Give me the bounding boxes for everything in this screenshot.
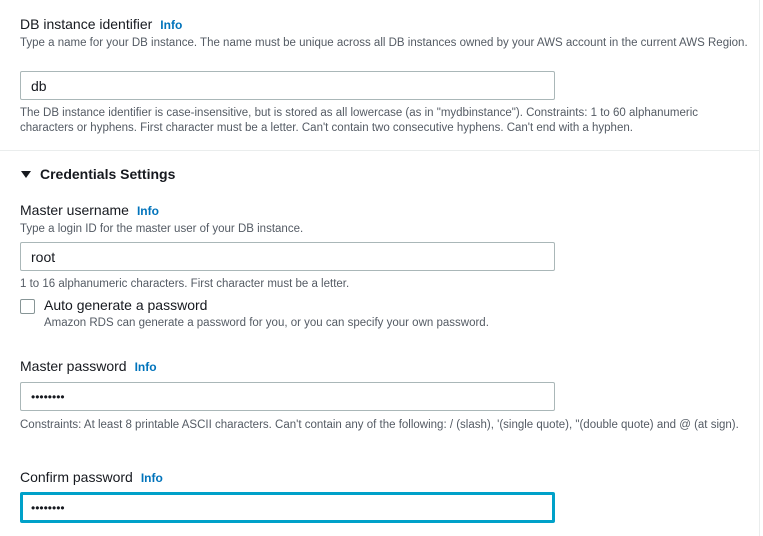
master-username-label-text: Master username <box>20 202 129 218</box>
db-instance-identifier-constraints: The DB instance identifier is case-insen… <box>20 107 699 134</box>
db-instance-identifier-label-text: DB instance identifier <box>20 16 153 32</box>
db-instance-identifier-info-link[interactable]: Info <box>160 18 182 32</box>
section-divider <box>0 150 760 151</box>
master-password-constraints: Constraints: At least 8 printable ASCII … <box>20 419 739 431</box>
master-username-info-link[interactable]: Info <box>137 204 159 218</box>
db-instance-identifier-label: DB instance identifier Info <box>20 16 182 32</box>
master-username-label: Master username Info <box>20 202 159 218</box>
confirm-password-info-link[interactable]: Info <box>141 471 163 485</box>
db-instance-identifier-description: Type a name for your DB instance. The na… <box>20 37 748 49</box>
credentials-settings-toggle[interactable]: Credentials Settings <box>20 166 175 182</box>
auto-generate-password-description: Amazon RDS can generate a password for y… <box>44 317 489 329</box>
caret-down-icon <box>21 170 31 178</box>
confirm-password-input[interactable] <box>20 492 555 523</box>
db-settings-panel: DB instance identifier Info Type a name f… <box>0 0 760 536</box>
master-password-input[interactable] <box>20 382 555 411</box>
confirm-password-label: Confirm password Info <box>20 469 163 485</box>
credentials-settings-title: Credentials Settings <box>40 166 176 182</box>
master-password-info-link[interactable]: Info <box>135 360 157 374</box>
db-instance-identifier-input[interactable] <box>20 71 555 100</box>
master-username-description: Type a login ID for the master user of y… <box>20 223 304 235</box>
master-password-label: Master password Info <box>20 358 157 374</box>
master-username-constraints: 1 to 16 alphanumeric characters. First c… <box>20 278 350 290</box>
confirm-password-label-text: Confirm password <box>20 469 133 485</box>
master-username-input[interactable] <box>20 242 555 271</box>
master-password-label-text: Master password <box>20 358 127 374</box>
auto-generate-password-checkbox[interactable] <box>20 299 35 314</box>
auto-generate-password-label[interactable]: Auto generate a password <box>44 297 207 313</box>
